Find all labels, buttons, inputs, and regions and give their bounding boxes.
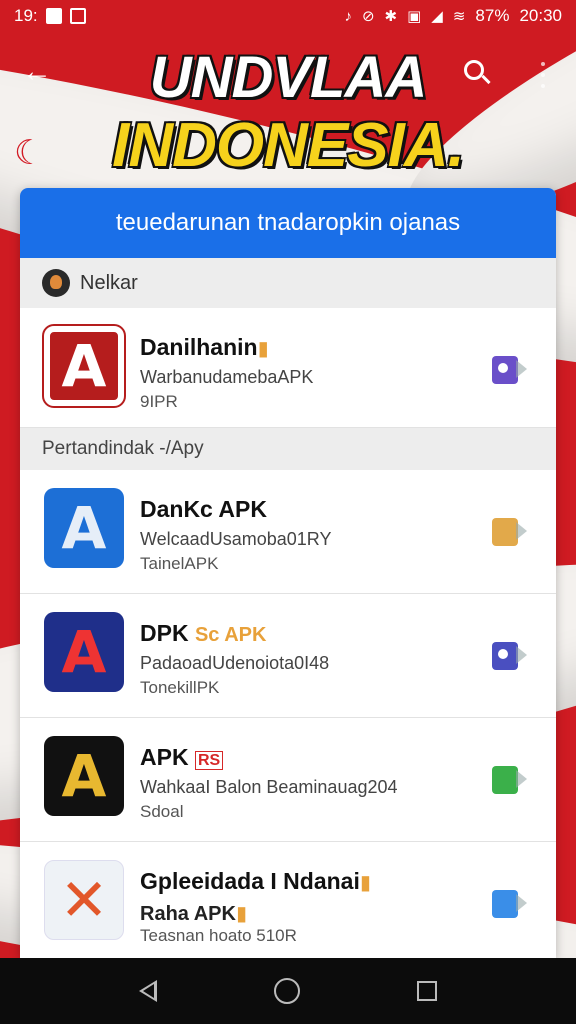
app-name: Gpleeidada I Ndanai▮ — [140, 868, 371, 894]
app-subtitle: WahkaaI Balon Beaminauag204 — [140, 777, 398, 797]
nav-recents-icon[interactable] — [417, 981, 438, 1001]
download-icon[interactable] — [492, 354, 530, 386]
vibrate-icon: ♪ — [344, 7, 352, 25]
app-meta: TonekillPK — [140, 678, 220, 697]
app-icon: A — [44, 488, 124, 568]
search-icon[interactable] — [460, 56, 494, 90]
section-header: Pertandindak -/Apy — [20, 428, 556, 470]
more-menu-icon[interactable] — [540, 62, 546, 88]
list-item[interactable]: ✕ Gpleeidada I Ndanai▮ Raha APK▮ Teasnan… — [20, 842, 556, 958]
list-item[interactable]: A Danilhanin▮ WarbanudamebaAPK 9IPR — [20, 308, 556, 428]
section-header: Nelkar — [20, 258, 556, 308]
avatar — [42, 269, 70, 297]
app-name: DanKc APK — [140, 496, 267, 522]
app-name: Danilhanin▮ — [140, 334, 269, 360]
app-name: DPK Sc APK — [140, 620, 267, 646]
app-icon: A — [42, 324, 126, 408]
signal-icon: ◢ — [431, 8, 443, 25]
nav-home-icon[interactable] — [273, 978, 300, 1004]
nav-back-icon[interactable] — [138, 980, 157, 1002]
system-nav-bar — [0, 958, 576, 1024]
list-item[interactable]: A APK RS WahkaaI Balon Beaminauag204 Sdo… — [20, 718, 556, 842]
app-name: APK RS — [140, 744, 224, 771]
status-bar: 19: ♪ ⊘ ✱ ▣ ◢ ≋ 87% 20:30 — [0, 0, 576, 32]
app-list-card: teuedarunan tnadaropkin ojanas Nelkar A … — [20, 188, 556, 958]
download-icon[interactable] — [492, 764, 530, 796]
download-icon[interactable] — [492, 888, 530, 920]
battery-percent: 87% — [475, 6, 510, 25]
alarm-icon: ⊘ — [361, 8, 375, 25]
notification-icon — [45, 8, 62, 24]
section-label: Pertandindak -/Apy — [42, 438, 204, 459]
notification-icon — [69, 8, 86, 24]
bluetooth-icon: ✱ — [384, 8, 398, 25]
app-meta: Teasnan hoato 510R — [140, 926, 297, 945]
app-icon: ✕ — [44, 860, 124, 940]
page-title-line2: INDONESIA. — [112, 111, 465, 180]
status-time-left: 19: — [14, 6, 38, 25]
promo-banner[interactable]: teuedarunan tnadaropkin ojanas — [20, 188, 556, 258]
status-time: 20:30 — [519, 6, 562, 25]
app-subtitle: PadaoadUdenoiota0I48 — [140, 653, 330, 673]
list-item[interactable]: A DPK Sc APK PadaoadUdenoiota0I48 Toneki… — [20, 594, 556, 718]
app-meta: 9IPR — [140, 392, 178, 411]
app-meta: Sdoal — [140, 802, 184, 821]
nfc-icon: ▣ — [407, 8, 422, 25]
app-subtitle: Raha APK▮ — [140, 903, 247, 925]
section-label: Nelkar — [80, 271, 138, 294]
wifi-icon: ≋ — [452, 8, 466, 25]
app-subtitle: WelcaadUsamoba01RY — [140, 529, 332, 549]
list-item[interactable]: A DanKc APK WelcaadUsamoba01RY TainelAPK — [20, 470, 556, 594]
app-meta: TainelAPK — [140, 554, 219, 573]
app-subtitle: WarbanudamebaAPK — [140, 367, 314, 387]
app-icon: A — [44, 736, 124, 816]
download-icon[interactable] — [492, 640, 530, 672]
download-icon[interactable] — [492, 516, 530, 548]
app-icon: A — [44, 612, 124, 692]
